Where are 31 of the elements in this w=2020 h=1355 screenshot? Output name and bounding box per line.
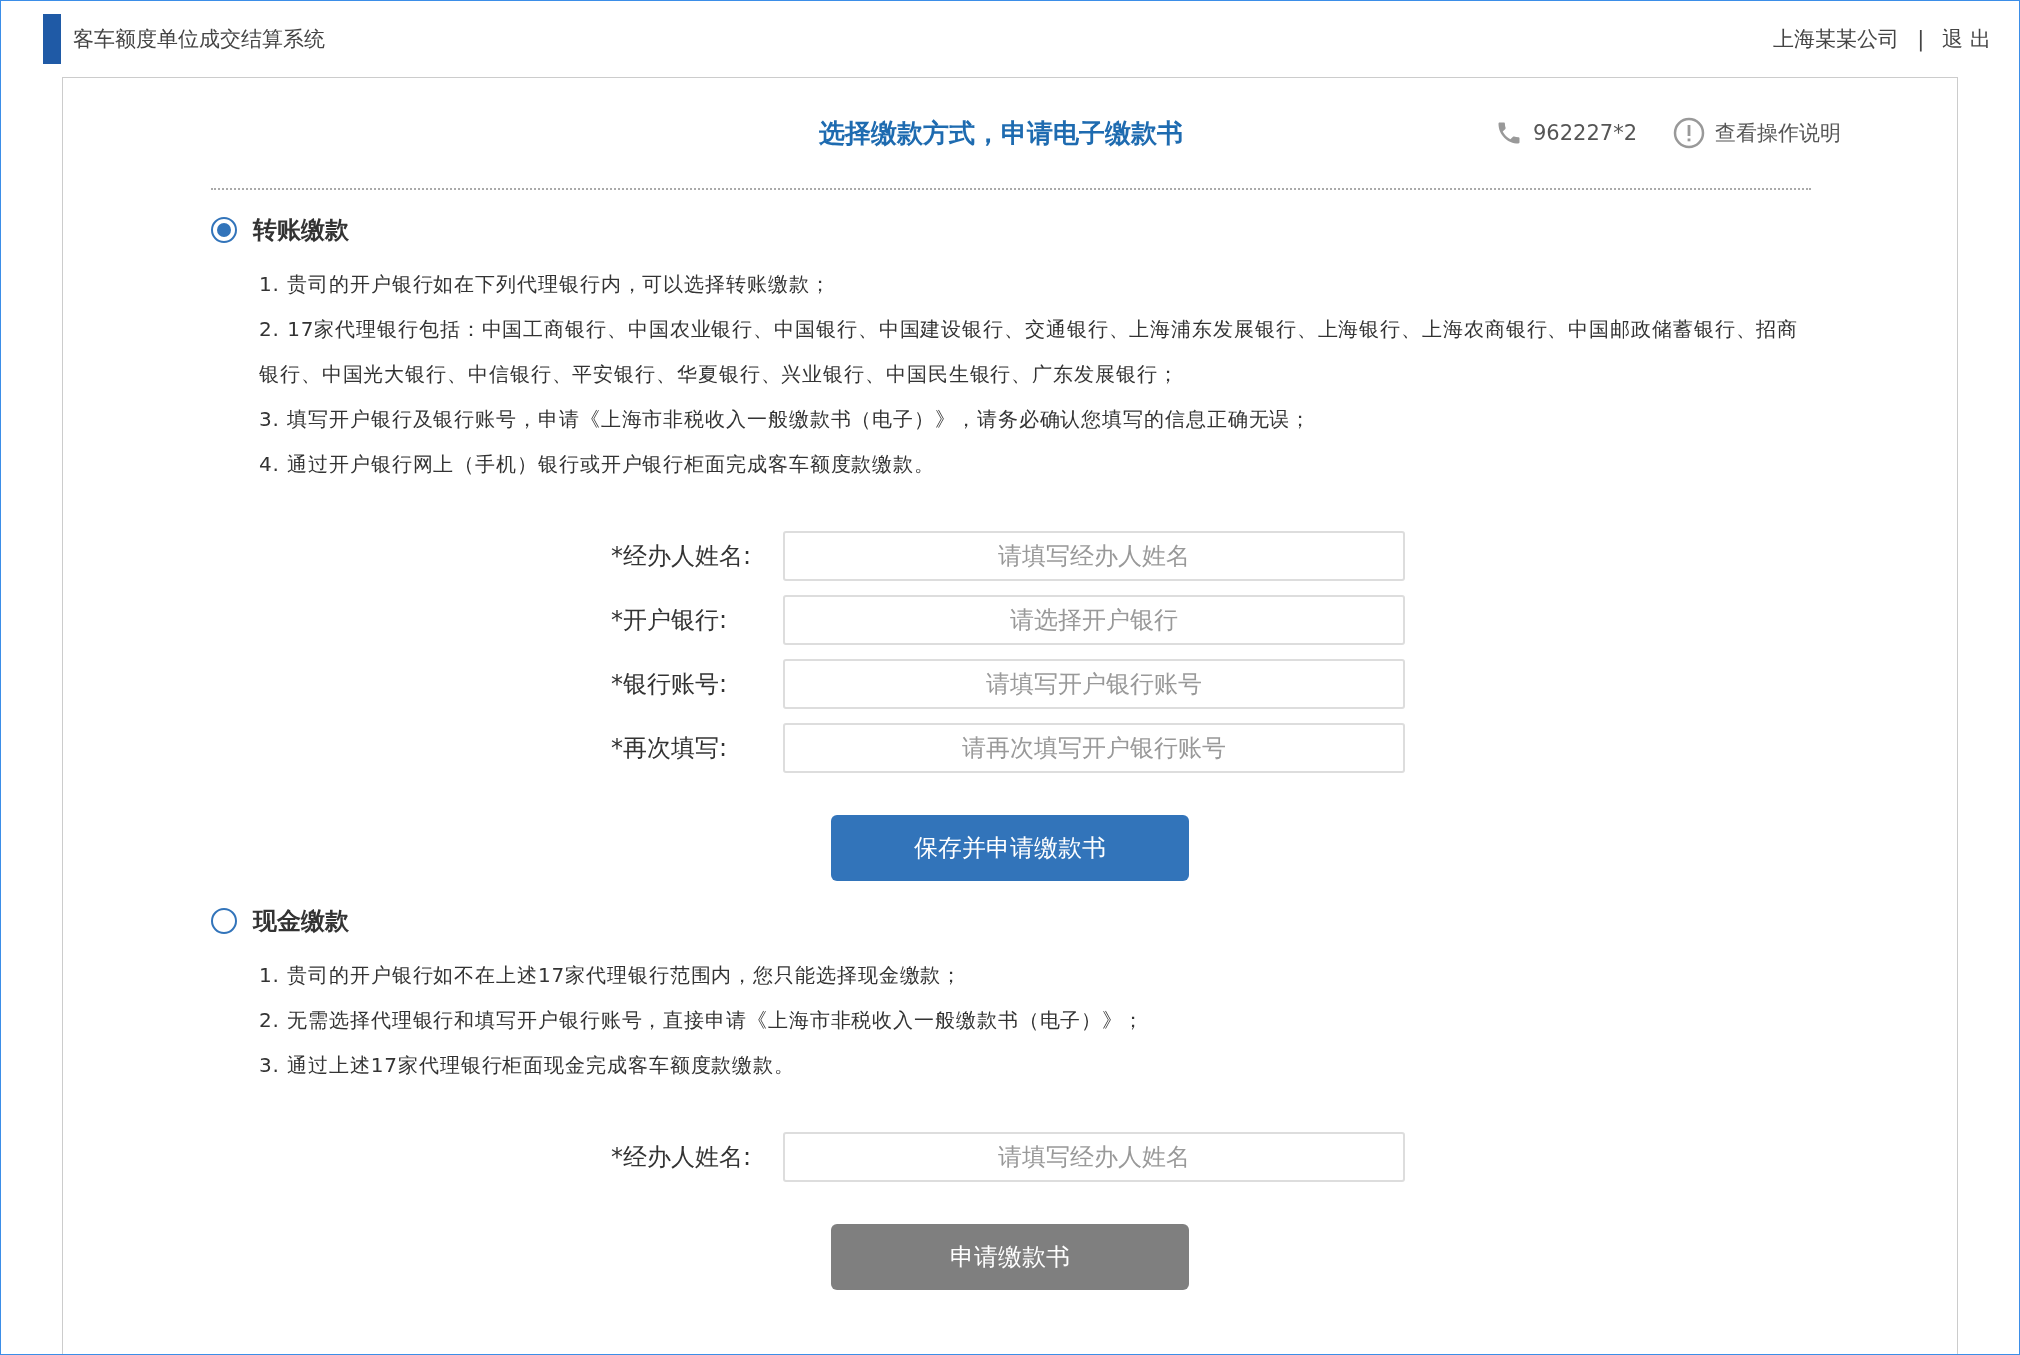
instruction-text: 1. 贵司的开户银行如不在上述17家代理银行范围内，您只能选择现金缴款； xyxy=(259,962,964,989)
input-field[interactable]: 请填写经办人姓名 xyxy=(783,1132,1405,1182)
radio-button[interactable] xyxy=(211,908,237,934)
field-label: *经办人姓名: xyxy=(611,541,753,572)
field-label: *开户银行: xyxy=(611,605,729,636)
input-field[interactable]: 请填写开户银行账号 xyxy=(783,659,1405,709)
separator: | xyxy=(1917,27,1925,51)
logout-link[interactable]: 退 出 xyxy=(1942,25,1991,53)
exclamation-circle-icon xyxy=(1673,117,1705,149)
instruction-text: 2. 无需选择代理银行和填写开户银行账号，直接申请《上海市非税收入一般缴款书（电子）》； xyxy=(259,1007,1146,1034)
input-field[interactable]: 请再次填写开户银行账号 xyxy=(783,723,1405,773)
instruction-text: 2. 17家代理银行包括：中国工商银行、中国农业银行、中国银行、中国建设银行、交通银行、上海浦东发展银行、上海银行、上海农商银行、中国邮政储蓄银行、招商银行、中国光大银行、中信银行、平安银行、华夏银行、兴业银行、中国民生银行、广东发展银行； xyxy=(259,316,1800,388)
field-label: *银行账号: xyxy=(611,669,729,700)
company-name: 上海某某公司 xyxy=(1773,26,1900,53)
system-title: 客车额度单位成交结算系统 xyxy=(73,26,326,53)
input-field[interactable]: 请选择开户银行 xyxy=(783,595,1405,645)
payment-method-label[interactable]: 转账缴款 xyxy=(253,214,349,246)
field-label: *经办人姓名: xyxy=(611,1142,753,1173)
radio-button[interactable] xyxy=(211,217,237,243)
instruction-text: 3. 填写开户银行及银行账号，申请《上海市非税收入一般缴款书（电子）》，请务必确认您填写的信息正确无误； xyxy=(259,406,1313,433)
input-field[interactable]: 请填写经办人姓名 xyxy=(783,531,1405,581)
help-link[interactable]: 查看操作说明 xyxy=(1715,119,1841,147)
field-label: *再次填写: xyxy=(611,733,729,764)
instruction-text: 4. 通过开户银行网上（手机）银行或开户银行柜面完成客车额度款缴款。 xyxy=(259,451,937,478)
instruction-text: 1. 贵司的开户银行如在下列代理银行内，可以选择转账缴款； xyxy=(259,271,832,298)
phone-number: 962227*2 xyxy=(1532,121,1637,145)
submit-button[interactable]: 保存并申请缴款书 xyxy=(831,815,1189,881)
instruction-text: 3. 通过上述17家代理银行柜面现金完成客车额度款缴款。 xyxy=(259,1052,797,1079)
logo-bar xyxy=(43,14,61,64)
payment-method-label[interactable]: 现金缴款 xyxy=(253,905,349,937)
page-title: 选择缴款方式，申请电子缴款书 xyxy=(819,116,1183,150)
